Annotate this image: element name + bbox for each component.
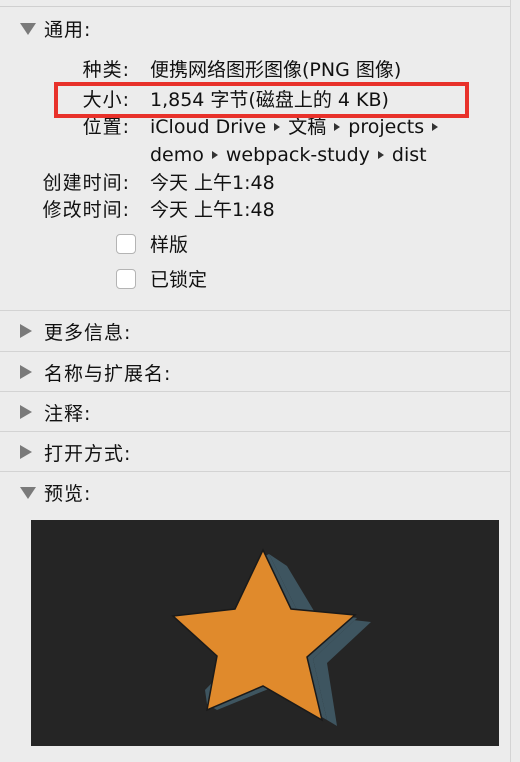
locked-checkbox[interactable]: [116, 268, 136, 289]
stationery-checkbox-row[interactable]: 样版: [116, 230, 188, 257]
section-more-info-title: 更多信息:: [44, 322, 132, 344]
section-name-ext-title: 名称与扩展名:: [44, 363, 172, 385]
stationery-label: 样版: [150, 234, 189, 256]
section-comments-header[interactable]: 注释:: [0, 392, 510, 432]
size-highlight-annotation: [54, 82, 469, 118]
section-preview-header[interactable]: 预览:: [0, 472, 510, 512]
created-label: 创建时间:: [42, 172, 130, 194]
section-more-info-header[interactable]: 更多信息:: [0, 311, 510, 351]
path-separator-icon: [377, 150, 384, 159]
created-value: 今天 上午1:48: [150, 172, 275, 194]
top-edge-divider: [0, 6, 510, 7]
modified-label: 修改时间:: [42, 199, 130, 221]
disclosure-right-icon[interactable]: [20, 324, 32, 338]
section-open-with-header[interactable]: 打开方式:: [0, 432, 510, 472]
disclosure-right-icon[interactable]: [20, 405, 32, 419]
path-segment: iCloud Drive: [150, 116, 267, 138]
info-panel: 通用: 种类: 便携网络图形图像(PNG 图像) 大小: 1,854 字节(磁盘…: [0, 0, 511, 762]
section-open-with-title: 打开方式:: [44, 443, 132, 465]
locked-label: 已锁定: [150, 269, 208, 291]
disclosure-right-icon[interactable]: [20, 445, 32, 459]
path-segment: demo: [150, 144, 204, 166]
locked-checkbox-row[interactable]: 已锁定: [116, 265, 207, 292]
disclosure-right-icon[interactable]: [20, 365, 32, 379]
section-general-title: 通用:: [44, 19, 92, 41]
path-separator-icon: [274, 122, 281, 131]
disclosure-down-icon[interactable]: [20, 23, 36, 35]
star-icon: [171, 548, 371, 726]
path-segment: dist: [391, 144, 427, 166]
kind-label: 种类:: [82, 59, 130, 81]
section-comments-title: 注释:: [44, 403, 92, 425]
kind-value: 便携网络图形图像(PNG 图像): [150, 59, 402, 81]
path-segment: 文稿: [288, 116, 327, 138]
preview-image: [31, 520, 499, 746]
where-path-line2: demo webpack-study dist: [150, 141, 427, 169]
path-segment: webpack-study: [225, 144, 370, 166]
path-separator-icon: [334, 122, 341, 131]
section-preview-title: 预览:: [44, 483, 92, 505]
stationery-checkbox[interactable]: [116, 233, 136, 254]
path-segment: projects: [348, 116, 425, 138]
disclosure-down-icon[interactable]: [20, 487, 36, 499]
path-separator-icon: [432, 122, 439, 131]
modified-value: 今天 上午1:48: [150, 199, 275, 221]
section-general-header[interactable]: 通用:: [0, 8, 510, 48]
path-separator-icon: [211, 150, 218, 159]
section-name-ext-header[interactable]: 名称与扩展名:: [0, 352, 510, 392]
